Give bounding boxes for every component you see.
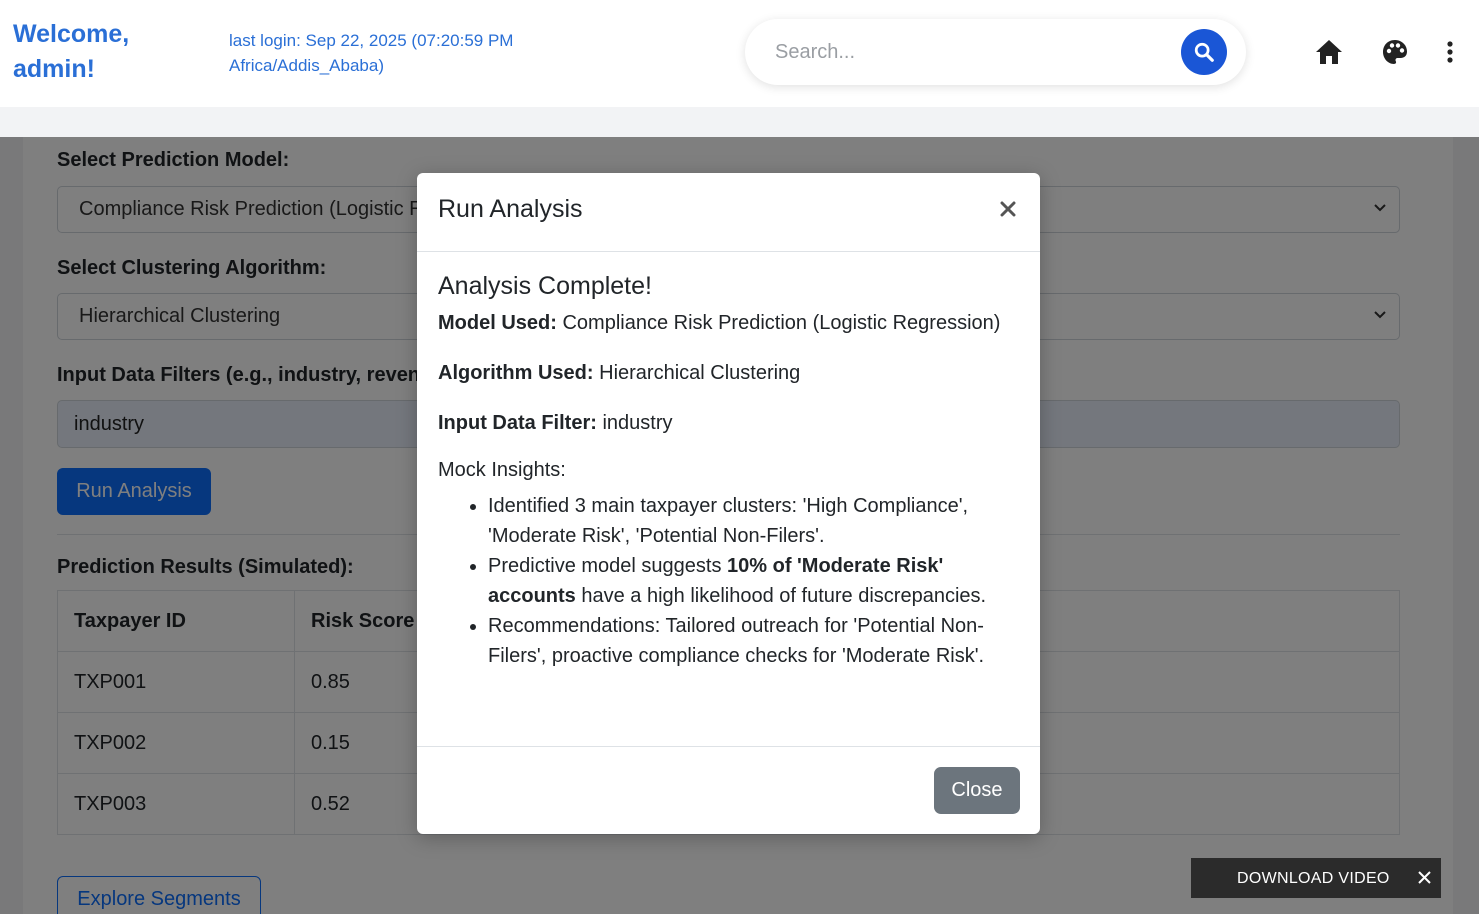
filter-label: Input Data Filter: (438, 412, 597, 434)
search-icon (1194, 42, 1214, 62)
more-menu-button[interactable] (1434, 36, 1466, 68)
model-used-line: Model Used: Compliance Risk Prediction (… (438, 308, 1023, 338)
insights-label: Mock Insights: (438, 459, 566, 481)
close-button[interactable]: Close (934, 767, 1020, 814)
model-used-value: Compliance Risk Prediction (Logistic Reg… (562, 312, 1001, 334)
insight-text: have a high likelihood of future discrep… (575, 585, 987, 607)
modal-footer: Close (417, 746, 1040, 834)
list-item: Recommendations: Tailored outreach for '… (488, 611, 1023, 671)
more-vertical-icon (1447, 41, 1453, 63)
modal-body: Analysis Complete! Model Used: Complianc… (438, 268, 1023, 671)
analysis-heading: Analysis Complete! (438, 272, 652, 300)
filter-value: industry (602, 412, 673, 434)
list-item: Predictive model suggests 10% of 'Modera… (488, 551, 1023, 611)
home-button[interactable] (1313, 36, 1345, 68)
welcome-text: Welcome, admin! (13, 20, 130, 83)
search-button[interactable] (1181, 29, 1227, 75)
insight-text: Predictive model suggests (488, 555, 728, 577)
insights-list: Identified 3 main taxpayer clusters: 'Hi… (438, 491, 1023, 671)
download-video-label: DOWNLOAD VIDEO (1237, 870, 1390, 887)
last-login-text: last login: Sep 22, 2025 (07:20:59 PM Af… (229, 31, 514, 75)
run-analysis-modal: Run Analysis Analysis Complete! Model Us… (417, 173, 1040, 834)
download-video-bar[interactable]: DOWNLOAD VIDEO (1191, 858, 1441, 898)
download-bar-close-button[interactable] (1415, 868, 1433, 886)
home-icon (1316, 40, 1342, 64)
modal-title: Run Analysis (438, 195, 583, 223)
search-input[interactable] (775, 34, 1165, 70)
algorithm-used-value: Hierarchical Clustering (599, 362, 801, 384)
modal-header: Run Analysis (417, 173, 1040, 252)
close-icon (1417, 870, 1431, 884)
theme-button[interactable] (1379, 36, 1411, 68)
modal-close-button[interactable] (996, 197, 1020, 221)
algorithm-used-line: Algorithm Used: Hierarchical Clustering (438, 358, 1023, 388)
search-bar (745, 19, 1246, 85)
list-item: Identified 3 main taxpayer clusters: 'Hi… (488, 491, 1023, 551)
algorithm-used-label: Algorithm Used: (438, 362, 594, 384)
filter-line: Input Data Filter: industry (438, 408, 1023, 438)
top-header: Welcome, admin! last login: Sep 22, 2025… (0, 0, 1479, 107)
close-icon (1000, 201, 1016, 217)
palette-icon (1383, 40, 1407, 64)
model-used-label: Model Used: (438, 312, 557, 334)
